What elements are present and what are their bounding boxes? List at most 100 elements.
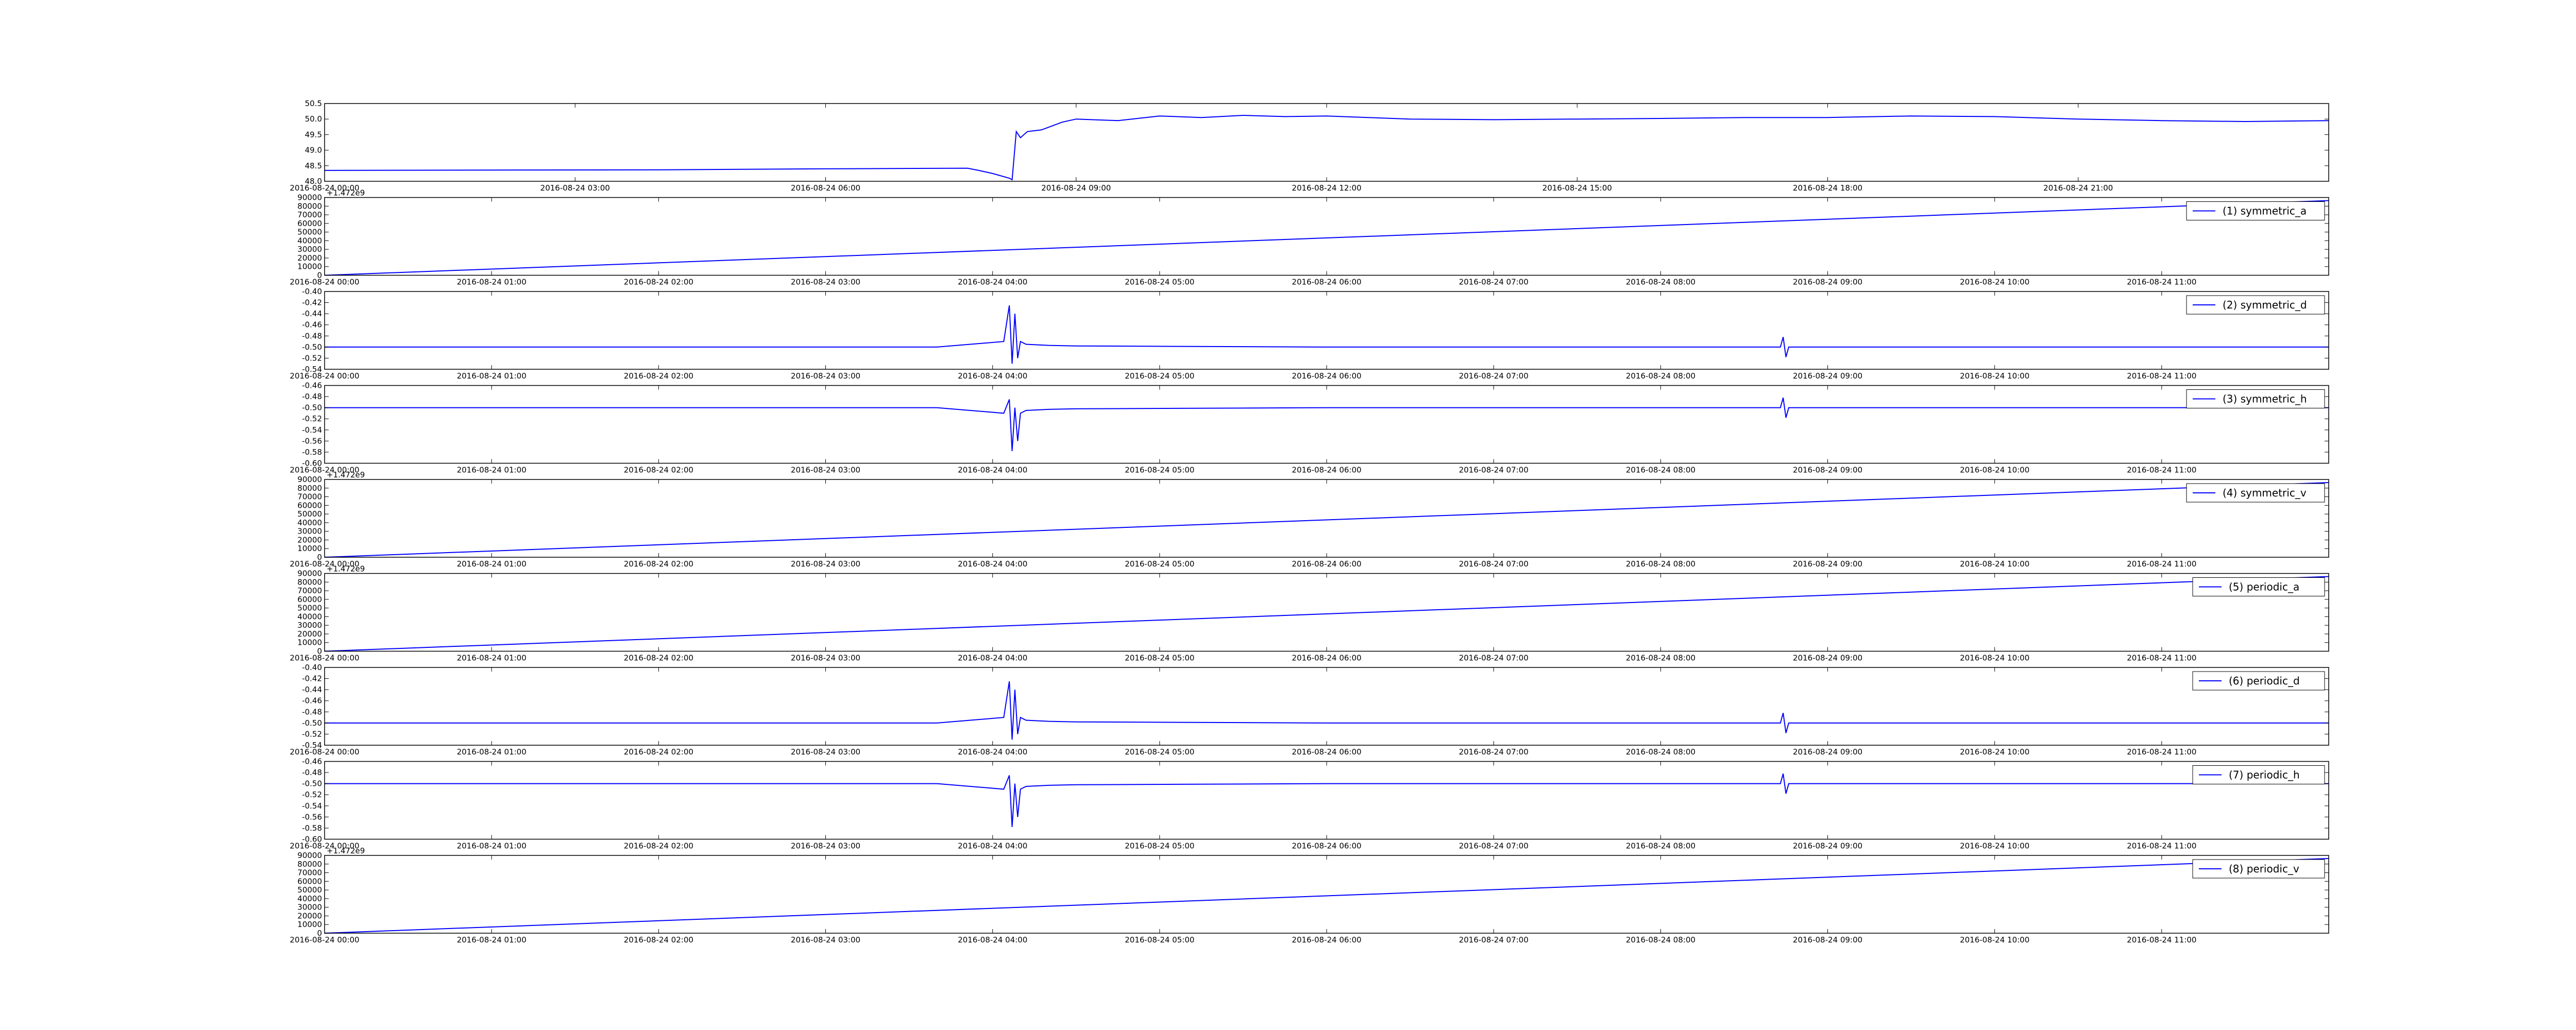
legend-label: (1) symmetric_a <box>2223 205 2307 217</box>
y-tick-label: 10000 <box>297 638 322 647</box>
legend: (6) periodic_d <box>2192 671 2325 691</box>
legend: (7) periodic_h <box>2192 765 2325 784</box>
series-line <box>324 200 2329 276</box>
x-tick-label: 2016-08-24 03:00 <box>791 935 860 945</box>
x-tick-label: 2016-08-24 11:00 <box>2127 371 2196 381</box>
axes-frame <box>324 667 2329 746</box>
x-tick-label: 2016-08-24 06:00 <box>1292 371 1361 381</box>
y-tick-label: -0.52 <box>302 353 322 363</box>
y-tick-label: 10000 <box>297 262 322 271</box>
panel-5: 0100002000030000400005000060000700008000… <box>290 470 2329 569</box>
y-tick-label: 60000 <box>297 501 322 510</box>
y-tick-label: -0.40 <box>302 663 322 672</box>
x-tick-label: 2016-08-24 06:00 <box>1292 747 1361 757</box>
y-tick-label: 40000 <box>297 518 322 527</box>
panel-1: 48.048.549.049.550.050.52016-08-24 00:00… <box>290 99 2329 193</box>
y-tick-label: 49.0 <box>305 146 322 155</box>
y-tick-label: -0.42 <box>302 674 322 683</box>
y-tick-label: -0.46 <box>302 757 322 766</box>
y-tick-label: -0.50 <box>302 403 322 413</box>
x-tick-label: 2016-08-24 09:00 <box>1041 183 1111 193</box>
x-tick-label: 2016-08-24 08:00 <box>1626 559 1696 569</box>
y-tick-label: 60000 <box>297 595 322 604</box>
x-tick-label: 2016-08-24 08:00 <box>1626 371 1696 381</box>
y-tick-label: -0.54 <box>302 425 322 435</box>
x-tick-label: 2016-08-24 07:00 <box>1459 466 1529 475</box>
x-tick-label: 2016-08-24 09:00 <box>1793 278 1862 287</box>
series-line <box>325 773 2329 827</box>
y-tick-label: -0.48 <box>302 331 322 340</box>
x-tick-label: 2016-08-24 02:00 <box>624 466 693 475</box>
y-tick-label: -0.48 <box>302 768 322 777</box>
x-tick-label: 2016-08-24 02:00 <box>624 278 693 287</box>
y-tick-label: -0.44 <box>302 309 322 318</box>
x-tick-label: 2016-08-24 11:00 <box>2127 654 2196 663</box>
x-tick-label: 2016-08-24 02:00 <box>624 842 693 851</box>
y-tick-label: -0.52 <box>302 790 322 799</box>
y-tick-label: -0.50 <box>302 779 322 788</box>
x-tick-label: 2016-08-24 03:00 <box>791 371 860 381</box>
series-line <box>324 482 2329 558</box>
y-tick-label: 90000 <box>297 851 322 860</box>
x-tick-label: 2016-08-24 15:00 <box>1543 183 1612 193</box>
panel-3: -0.54-0.52-0.50-0.48-0.46-0.44-0.42-0.40… <box>290 287 2329 381</box>
legend: (8) periodic_v <box>2192 859 2325 879</box>
y-tick-label: 10000 <box>297 544 322 553</box>
x-tick-label: 2016-08-24 02:00 <box>624 935 693 945</box>
x-tick-label: 2016-08-24 02:00 <box>624 654 693 663</box>
y-tick-label: -0.58 <box>302 448 322 457</box>
x-tick-label: 2016-08-24 03:00 <box>791 278 860 287</box>
legend-label: (3) symmetric_h <box>2223 393 2307 405</box>
x-tick-label: 2016-08-24 10:00 <box>1960 842 2029 851</box>
x-tick-label: 2016-08-24 07:00 <box>1459 654 1529 663</box>
y-tick-label: 80000 <box>297 577 322 587</box>
x-tick-label: 2016-08-24 05:00 <box>1125 371 1194 381</box>
x-tick-label: 2016-08-24 05:00 <box>1125 654 1194 663</box>
x-tick-label: 2016-08-24 00:00 <box>290 371 359 381</box>
y-tick-label: 20000 <box>297 535 322 544</box>
y-tick-label: 70000 <box>297 868 322 878</box>
x-tick-label: 2016-08-24 01:00 <box>457 466 527 475</box>
y-tick-label: 20000 <box>297 629 322 639</box>
x-tick-label: 2016-08-24 11:00 <box>2127 842 2196 851</box>
y-tick-label: 50.5 <box>305 99 322 108</box>
x-tick-label: 2016-08-24 04:00 <box>958 466 1027 475</box>
x-tick-label: 2016-08-24 09:00 <box>1793 747 1862 757</box>
series-line <box>325 397 2329 451</box>
x-tick-label: 2016-08-24 03:00 <box>540 183 610 193</box>
y-tick-label: 50000 <box>297 885 322 895</box>
x-tick-label: 2016-08-24 06:00 <box>791 183 860 193</box>
panel-4: -0.60-0.58-0.56-0.54-0.52-0.50-0.48-0.46… <box>290 381 2329 475</box>
x-tick-label: 2016-08-24 09:00 <box>1793 371 1862 381</box>
y-tick-label: 50000 <box>297 509 322 519</box>
x-tick-label: 2016-08-24 03:00 <box>791 654 860 663</box>
y-tick-label: 30000 <box>297 527 322 536</box>
series-line <box>325 305 2329 364</box>
y-tick-label: 30000 <box>297 245 322 254</box>
y-tick-label: 49.5 <box>305 130 322 139</box>
x-tick-label: 2016-08-24 08:00 <box>1626 278 1696 287</box>
x-tick-label: 2016-08-24 05:00 <box>1125 559 1194 569</box>
y-tick-label: 20000 <box>297 253 322 263</box>
legend: (1) symmetric_a <box>2186 201 2325 220</box>
y-tick-label: -0.48 <box>302 392 322 401</box>
x-tick-label: 2016-08-24 00:00 <box>290 747 359 757</box>
x-tick-label: 2016-08-24 06:00 <box>1292 654 1361 663</box>
y-tick-label: 40000 <box>297 894 322 903</box>
x-tick-label: 2016-08-24 05:00 <box>1125 747 1194 757</box>
x-tick-label: 2016-08-24 09:00 <box>1793 559 1862 569</box>
x-tick-label: 2016-08-24 01:00 <box>457 371 527 381</box>
x-tick-label: 2016-08-24 05:00 <box>1125 842 1194 851</box>
y-offset-label: +1.472e9 <box>327 470 365 479</box>
series-line <box>325 681 2329 740</box>
y-tick-label: -0.44 <box>302 685 322 694</box>
series-line <box>324 858 2329 934</box>
y-tick-label: -0.56 <box>302 436 322 445</box>
x-tick-label: 2016-08-24 11:00 <box>2127 466 2196 475</box>
y-tick-label: -0.50 <box>302 342 322 352</box>
x-tick-label: 2016-08-24 18:00 <box>1793 183 1862 193</box>
x-tick-label: 2016-08-24 10:00 <box>1960 747 2029 757</box>
x-tick-label: 2016-08-24 08:00 <box>1626 935 1696 945</box>
y-tick-label: 70000 <box>297 586 322 595</box>
x-tick-label: 2016-08-24 00:00 <box>290 935 359 945</box>
